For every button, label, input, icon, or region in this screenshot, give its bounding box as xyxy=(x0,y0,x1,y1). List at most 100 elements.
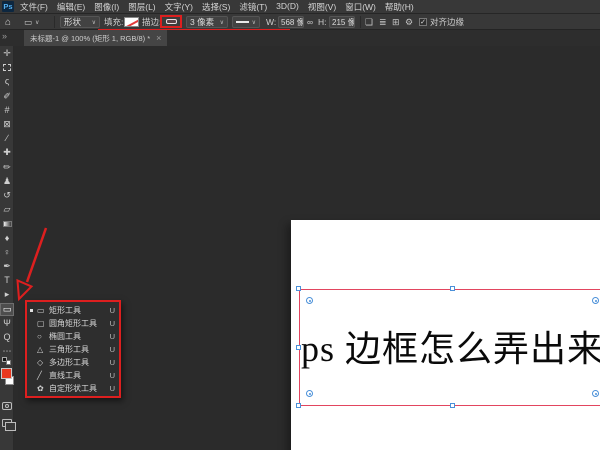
eyedropper-tool[interactable]: ∕ xyxy=(0,132,14,145)
path-operations-icon[interactable]: ❏ xyxy=(365,14,373,30)
chevron-down-icon: ∨ xyxy=(91,19,96,26)
double-chevron-icon[interactable]: » xyxy=(2,31,7,41)
transform-handle[interactable] xyxy=(450,286,455,291)
shape-icon: ▢ xyxy=(37,319,45,328)
flyout-item-label: 直线工具 xyxy=(49,371,81,380)
object-selection-tool[interactable]: ✐ xyxy=(0,90,14,103)
type-tool[interactable]: T xyxy=(0,274,14,287)
shape-icon: ○ xyxy=(37,332,42,341)
rectangle-tool[interactable]: ▭ xyxy=(0,302,14,316)
foreground-color-swatch[interactable] xyxy=(1,368,12,379)
menu-item[interactable]: 帮助(H) xyxy=(385,1,414,13)
rectangle-tool-icon: ▭ xyxy=(24,16,33,27)
shortcut-label: U xyxy=(109,345,115,354)
flyout-item-label: 圆角矩形工具 xyxy=(49,319,97,328)
close-icon[interactable]: × xyxy=(156,33,161,43)
corner-radius-handle[interactable] xyxy=(306,390,313,397)
shortcut-label: U xyxy=(109,319,115,328)
flyout-item-直线工具[interactable]: ╱ 直线工具 U xyxy=(27,369,119,382)
pen-tool[interactable]: ✒ xyxy=(0,260,14,273)
menu-item[interactable]: 滤镜(T) xyxy=(239,1,267,13)
align-edges-checkbox[interactable]: ✓ xyxy=(419,18,427,26)
menu-item[interactable]: 图层(L) xyxy=(128,1,155,13)
shortcut-label: U xyxy=(109,332,115,341)
dodge-tool[interactable]: ♀ xyxy=(0,246,14,259)
options-bar: ⌂ ▭ ∨ 形状 ∨ 填充: 描边: 3 像素 ∨ ∨ W: 568 像 ∞ H… xyxy=(0,14,600,32)
gradient-tool[interactable] xyxy=(0,217,14,230)
shortcut-label: U xyxy=(109,306,115,315)
screen-mode-icon[interactable] xyxy=(2,419,16,431)
flyout-item-三角形工具[interactable]: △ 三角形工具 U xyxy=(27,343,119,356)
menu-bar: Ps 文件(F) 编辑(E) 图像(I) 图层(L) 文字(Y) 选择(S) 滤镜(T) 3D… xyxy=(0,0,600,14)
transform-handle[interactable] xyxy=(296,403,301,408)
spot-healing-brush-tool[interactable]: ✚ xyxy=(0,146,14,159)
transform-handle[interactable] xyxy=(296,286,301,291)
document-tab[interactable]: 未标题-1 @ 100% (矩形 1, RGB/8) * × xyxy=(24,30,168,46)
stroke-width-select[interactable]: 3 像素 ∨ xyxy=(186,14,228,30)
eraser-tool[interactable]: ▱ xyxy=(0,203,14,216)
corner-radius-handle[interactable] xyxy=(592,390,599,397)
link-dimensions-icon[interactable]: ∞ xyxy=(307,14,313,30)
menu-item[interactable]: 文件(F) xyxy=(20,1,48,13)
zoom-tool[interactable]: Q xyxy=(0,331,14,344)
path-arrangement-icon[interactable]: ⊞ xyxy=(392,14,400,30)
chevron-down-icon: ∨ xyxy=(251,19,256,26)
flyout-item-矩形工具[interactable]: ▭ 矩形工具 U xyxy=(27,304,119,317)
fill-label: 填充: xyxy=(104,17,124,27)
height-input[interactable]: 215 像素 xyxy=(329,16,355,28)
flyout-item-label: 自定形状工具 xyxy=(49,384,97,393)
tool-preset-picker[interactable]: ▭ ∨ xyxy=(24,14,39,30)
stroke-swatch[interactable] xyxy=(165,19,177,24)
menu-item[interactable]: 编辑(E) xyxy=(57,1,85,13)
shape-icon: ▭ xyxy=(37,306,45,315)
lasso-tool[interactable]: ς xyxy=(0,75,14,88)
flyout-item-多边形工具[interactable]: ◇ 多边形工具 U xyxy=(27,356,119,369)
brush-tool[interactable]: ✏ xyxy=(0,161,14,174)
crop-tool[interactable]: # xyxy=(0,104,14,117)
history-brush-tool[interactable]: ↺ xyxy=(0,189,14,202)
transform-handle[interactable] xyxy=(296,345,301,350)
rectangular-marquee-tool[interactable] xyxy=(0,61,14,74)
menu-item[interactable]: 图像(I) xyxy=(94,1,119,13)
chevron-down-icon: ∨ xyxy=(35,19,40,26)
menu-item[interactable]: 选择(S) xyxy=(202,1,230,13)
flyout-item-label: 矩形工具 xyxy=(49,306,81,315)
menu-items: 文件(F) 编辑(E) 图像(I) 图层(L) 文字(Y) 选择(S) 滤镜(T) 3D(D)… xyxy=(20,1,423,13)
shape-icon: ╱ xyxy=(37,371,42,380)
menu-item[interactable]: 文字(Y) xyxy=(165,1,193,13)
home-icon[interactable]: ⌂ xyxy=(5,14,11,30)
frame-tool[interactable]: ⊠ xyxy=(0,118,14,131)
blur-tool[interactable]: ♦ xyxy=(0,232,14,245)
clone-stamp-tool[interactable]: ♟ xyxy=(0,175,14,188)
flyout-item-label: 三角形工具 xyxy=(49,345,89,354)
menu-item[interactable]: 视图(V) xyxy=(308,1,336,13)
transform-handle[interactable] xyxy=(450,403,455,408)
gear-icon[interactable]: ⚙ xyxy=(405,14,413,30)
stroke-style-select[interactable]: ∨ xyxy=(232,14,260,30)
tab-bar: » 未标题-1 @ 100% (矩形 1, RGB/8) * × xyxy=(0,30,600,46)
default-colors-icon[interactable] xyxy=(2,357,12,366)
quick-mask-icon[interactable] xyxy=(2,402,12,410)
stroke-style-line-icon xyxy=(236,21,249,23)
ps-logo-icon[interactable]: Ps xyxy=(2,1,14,12)
tools-panel: ✛ ς ✐ # ⊠ ∕ ✚ ✏ ♟ ↺ ▱ ♦ ♀ ✒ T ▸ ▭ Ψ Q ⋯ xyxy=(0,46,16,450)
path-selection-tool[interactable]: ▸ xyxy=(0,288,14,301)
corner-radius-handle[interactable] xyxy=(592,297,599,304)
flyout-item-圆角矩形工具[interactable]: ▢ 圆角矩形工具 U xyxy=(27,317,119,330)
menu-item[interactable]: 3D(D) xyxy=(276,1,299,13)
separator xyxy=(360,16,361,28)
chevron-down-icon: ∨ xyxy=(219,19,224,26)
hand-tool[interactable]: Ψ xyxy=(0,317,14,330)
tool-mode-select[interactable]: 形状 ∨ xyxy=(60,14,100,30)
flyout-item-椭圆工具[interactable]: ○ 椭圆工具 U xyxy=(27,330,119,343)
width-input[interactable]: 568 像素 xyxy=(278,16,304,28)
shape-rectangle-stroke[interactable] xyxy=(299,289,600,406)
menu-item[interactable]: 窗口(W) xyxy=(345,1,376,13)
flyout-item-自定形状工具[interactable]: ✿ 自定形状工具 U xyxy=(27,382,119,395)
shape-icon: △ xyxy=(37,345,44,354)
corner-radius-handle[interactable] xyxy=(306,297,313,304)
stroke-label: 描边: xyxy=(142,17,162,27)
fill-swatch[interactable] xyxy=(124,17,139,27)
path-alignment-icon[interactable]: ≣ xyxy=(379,14,387,30)
move-tool[interactable]: ✛ xyxy=(0,47,14,60)
